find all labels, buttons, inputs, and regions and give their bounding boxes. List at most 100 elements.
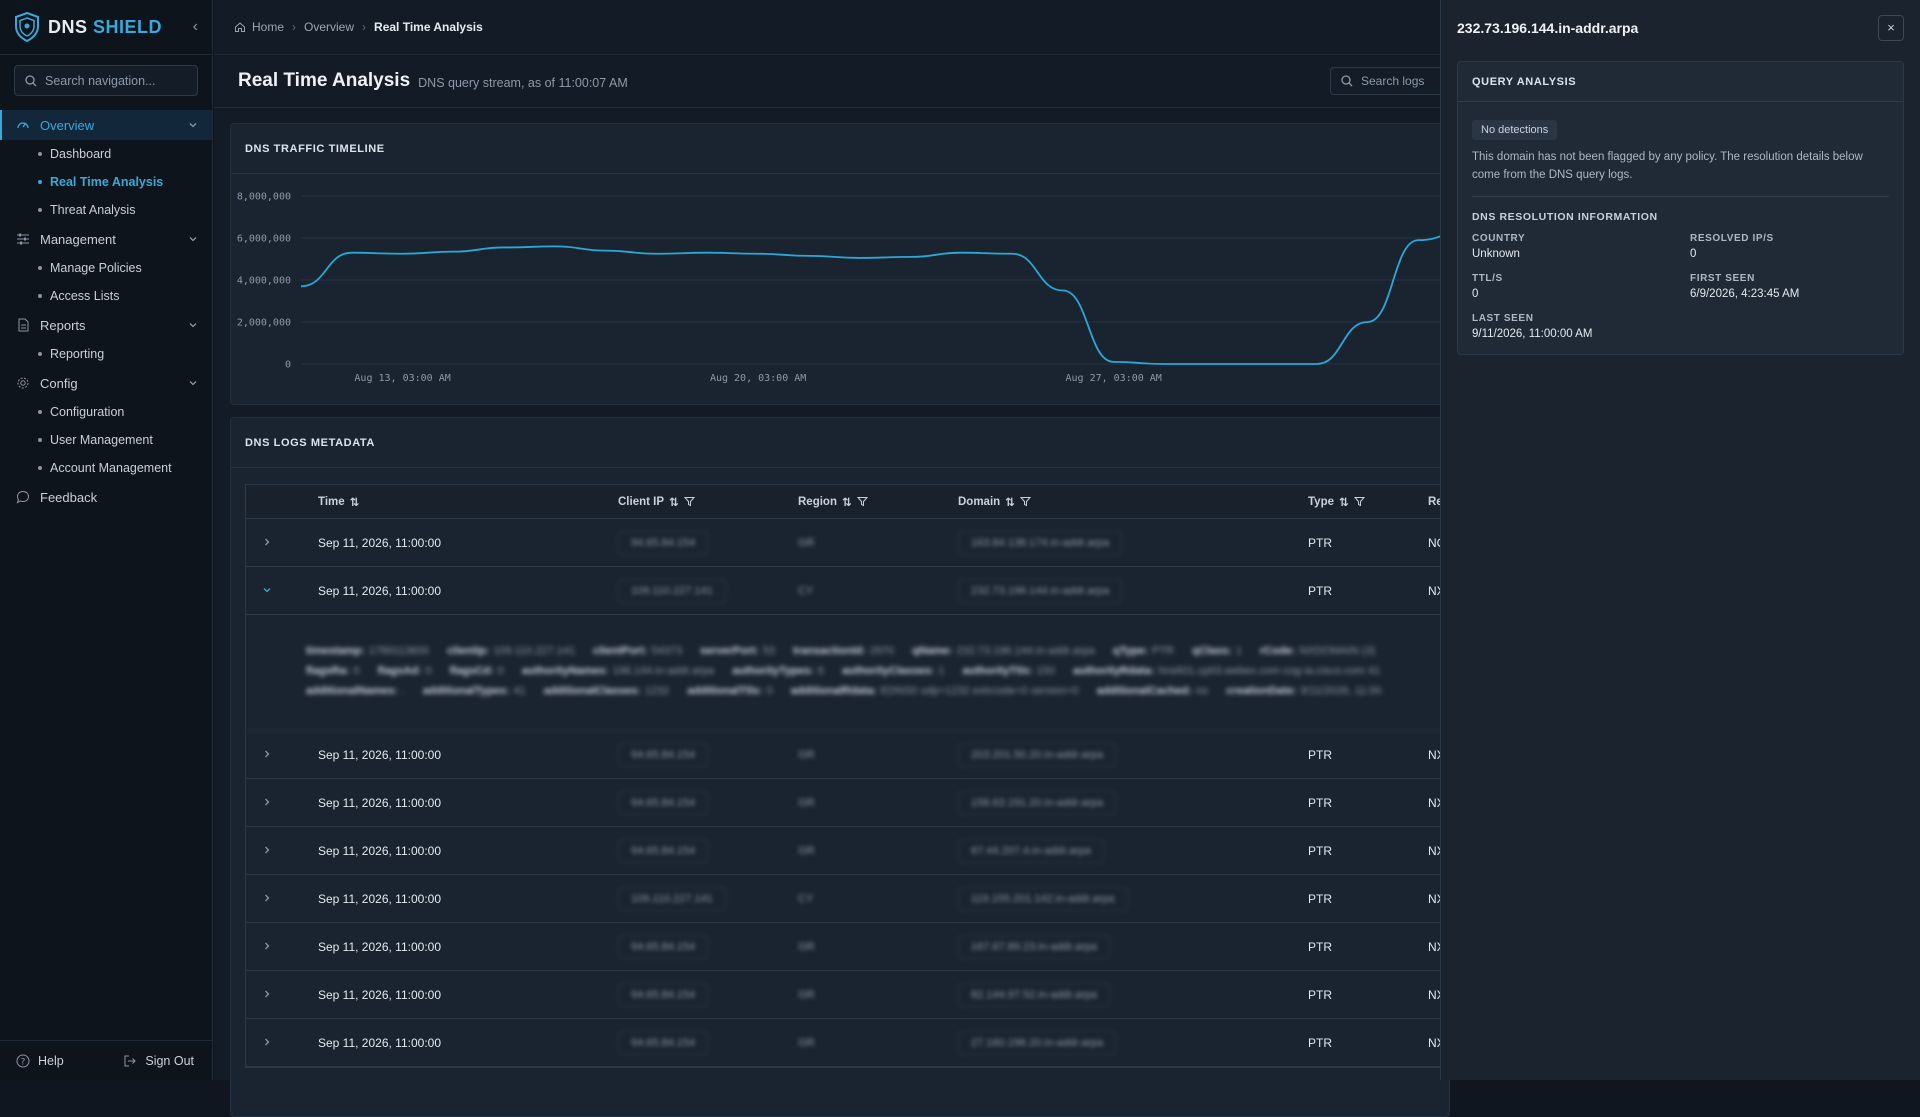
chevron-right-icon[interactable] (262, 940, 272, 954)
drawer-header: 232.73.196.144.in-addr.arpa × (1441, 0, 1920, 55)
cell-client-ip[interactable]: 94.65.84.154 (618, 530, 709, 555)
traffic-line-chart: 8,000,000 6,000,000 4,000,000 2,000,000 0 Aug… (237, 192, 1521, 384)
table-row[interactable]: Sep 11, 2026, 11:00:00 94.65.84.154 GR 27.1… (246, 1019, 1445, 1067)
col-client-ip[interactable]: Client IP ⇅ (618, 495, 695, 509)
detail-field: additionalTtls: 0 (687, 685, 773, 697)
sort-icon[interactable]: ⇅ (350, 495, 360, 509)
table-row[interactable]: Sep 11, 2026, 11:00:00 94.65.84.154 GR 67.4… (246, 827, 1445, 875)
chevron-right-icon[interactable] (262, 748, 272, 762)
chevron-right-icon[interactable] (262, 988, 272, 1002)
cell-type: PTR (1308, 939, 1332, 954)
cell-region: GR (798, 1036, 815, 1049)
detail-field: authorityClasses: 1 (841, 665, 945, 677)
filter-icon[interactable] (1353, 496, 1365, 507)
cell-domain[interactable]: 232.73.196.144.in-addr.arpa (958, 578, 1123, 603)
cell-client-ip[interactable]: 94.65.84.154 (618, 838, 709, 863)
table-row[interactable]: Sep 11, 2026, 11:00:00 109.110.227.141 CY 1… (246, 875, 1445, 923)
cell-time: Sep 11, 2026, 11:00:00 (318, 583, 441, 598)
nav-item-manage-policies[interactable]: Manage Policies (0, 254, 212, 282)
x-tick-label: Aug 13, 03:00 AM (354, 373, 450, 384)
filter-icon[interactable] (1019, 496, 1031, 507)
cell-domain[interactable]: 158.63.191.20.in-addr.arpa (958, 790, 1117, 815)
nav-item-account-management[interactable]: Account Management (0, 454, 212, 482)
cell-time: Sep 11, 2026, 11:00:00 (318, 891, 441, 906)
chevron-right-icon[interactable] (262, 1036, 272, 1050)
help-link[interactable]: ? Help (16, 1054, 64, 1068)
cell-region: GR (798, 940, 815, 953)
detail-field: clientIp: 109.110.227.141 (447, 645, 575, 657)
detail-field: qClass: 1 (1192, 645, 1242, 657)
nav-item-reporting[interactable]: Reporting (0, 340, 212, 368)
chevron-right-icon[interactable] (262, 796, 272, 810)
sort-icon[interactable]: ⇅ (1339, 495, 1349, 509)
cell-domain[interactable]: 163.84.138.174.in-addr.arpa (958, 530, 1123, 555)
nav-item-dashboard[interactable]: Dashboard (0, 140, 212, 168)
cell-client-ip[interactable]: 94.65.84.154 (618, 1030, 709, 1055)
cell-region: GR (798, 536, 815, 549)
nav-group-config[interactable]: Config (0, 368, 212, 398)
cell-client-ip[interactable]: 109.110.227.141 (618, 578, 726, 603)
detail-field: additionalCached: no (1096, 685, 1209, 697)
nav-item-access-lists[interactable]: Access Lists (0, 282, 212, 310)
nav-group-management[interactable]: Management (0, 224, 212, 254)
breadcrumb-overview[interactable]: Overview (304, 20, 354, 34)
cell-domain[interactable]: 167.67.89.23.in-addr.arpa (958, 934, 1110, 959)
col-domain[interactable]: Domain ⇅ (958, 495, 1031, 509)
cell-client-ip[interactable]: 94.65.84.154 (618, 982, 709, 1007)
drawer-title: 232.73.196.144.in-addr.arpa (1457, 19, 1639, 36)
col-type[interactable]: Type ⇅ (1308, 495, 1365, 509)
table-row[interactable]: Sep 11, 2026, 11:00:00 109.110.227.141 CY 2… (246, 567, 1445, 615)
sign-out-icon (124, 1055, 137, 1066)
sort-icon[interactable]: ⇅ (1005, 495, 1015, 509)
chevron-right-icon[interactable] (262, 892, 272, 906)
status-badge: No detections (1472, 120, 1558, 140)
table-row[interactable]: Sep 11, 2026, 11:00:00 94.65.84.154 GR 203.… (246, 731, 1445, 779)
nav-item-real-time-analysis[interactable]: Real Time Analysis (0, 168, 212, 196)
nav-item-threat-analysis[interactable]: Threat Analysis (0, 196, 212, 224)
close-button[interactable]: × (1878, 14, 1904, 41)
nav-group-reports[interactable]: Reports (0, 310, 212, 340)
chevron-right-icon[interactable] (262, 844, 272, 858)
cell-domain[interactable]: 67.44.207.4.in-addr.arpa (958, 838, 1104, 863)
expanded-row-detail: timestamp: 1789113600 clientIp: 109.110.227… (246, 615, 1445, 731)
nav-group-overview[interactable]: Overview (0, 110, 212, 140)
search-logs-input[interactable]: Search logs (1330, 67, 1440, 95)
table-row[interactable]: Sep 11, 2026, 11:00:00 94.65.84.154 GR 82.1… (246, 971, 1445, 1019)
chevron-down-icon (189, 381, 197, 386)
cell-client-ip[interactable]: 94.65.84.154 (618, 790, 709, 815)
cell-domain[interactable]: 82.144.97.52.in-addr.arpa (958, 982, 1110, 1007)
table-row[interactable]: Sep 11, 2026, 11:00:00 94.65.84.154 GR 158.… (246, 779, 1445, 827)
cell-time: Sep 11, 2026, 11:00:00 (318, 535, 441, 550)
page-header: Real Time Analysis DNS query stream, as … (214, 55, 1440, 108)
nav-item-configuration[interactable]: Configuration (0, 398, 212, 426)
collapse-sidebar-icon[interactable]: ‹ (193, 18, 198, 36)
col-time[interactable]: Time ⇅ (318, 495, 359, 509)
logs-heading: DNS LOGS METADATA (231, 418, 1449, 468)
col-region[interactable]: Region ⇅ (798, 495, 868, 509)
chat-bubble-icon (16, 490, 30, 504)
nav-group-feedback[interactable]: Feedback (0, 482, 212, 512)
sort-icon[interactable]: ⇅ (669, 495, 679, 509)
cell-domain[interactable]: 203.201.50.20.in-addr.arpa (958, 742, 1117, 767)
detail-field: serverPort: 53 (700, 645, 775, 657)
filter-icon[interactable] (856, 496, 868, 507)
nav-item-user-management[interactable]: User Management (0, 426, 212, 454)
cell-domain[interactable]: 27.160.196.20.in-addr.arpa (958, 1030, 1117, 1055)
sort-icon[interactable]: ⇅ (842, 495, 852, 509)
chevron-down-icon[interactable] (262, 584, 272, 598)
cell-client-ip[interactable]: 94.65.84.154 (618, 934, 709, 959)
detail-field: flagsRa: 0 (306, 665, 360, 677)
filter-icon[interactable] (683, 496, 695, 507)
cell-client-ip[interactable]: 109.110.227.141 (618, 886, 726, 911)
series-line (300, 228, 1521, 365)
breadcrumb-home[interactable]: Home (252, 20, 284, 34)
nav-search-input[interactable]: Search navigation... (14, 65, 198, 96)
cell-client-ip[interactable]: 94.65.84.154 (618, 742, 709, 767)
detail-field: additionalRdata: EDNS0 udp=1232 extrcode=… (790, 685, 1079, 697)
table-row[interactable]: Sep 11, 2026, 11:00:00 94.65.84.154 GR 167.… (246, 923, 1445, 971)
chevron-right-icon[interactable] (262, 536, 272, 550)
y-tick-label: 2,000,000 (237, 318, 291, 329)
sign-out-button[interactable]: Sign Out (123, 1054, 194, 1068)
cell-domain[interactable]: 119.155.201.142.in-addr.arpa (958, 886, 1128, 911)
table-row[interactable]: Sep 11, 2026, 11:00:00 94.65.84.154 GR 163.… (246, 519, 1446, 567)
